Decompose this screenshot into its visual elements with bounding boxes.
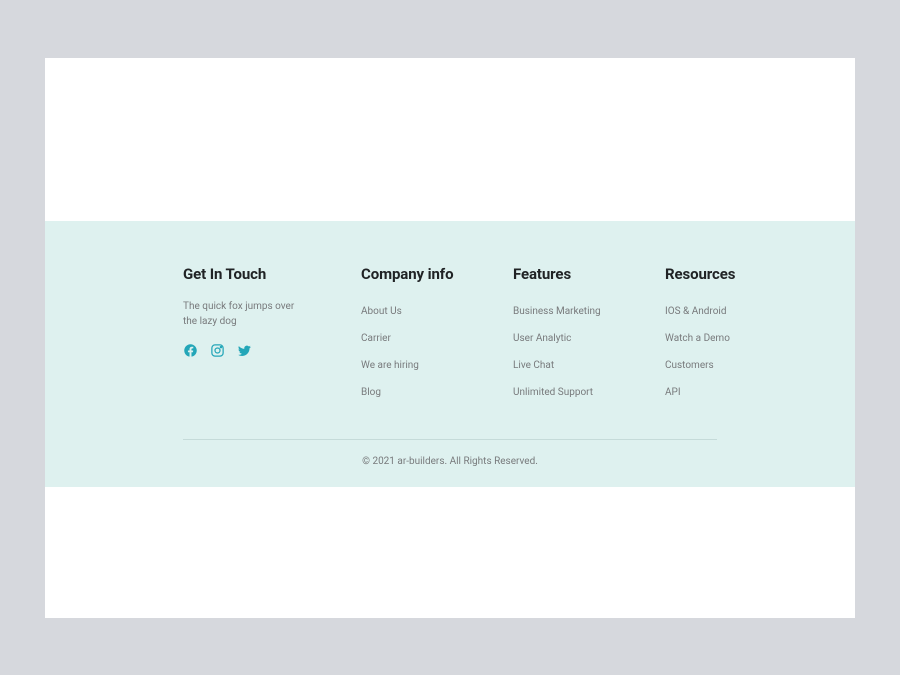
list-item: User Analytic <box>513 326 645 345</box>
footer-link[interactable]: Carrier <box>361 333 391 344</box>
twitter-icon <box>237 343 252 358</box>
list-item: We are hiring <box>361 353 493 372</box>
footer-link[interactable]: Blog <box>361 387 381 398</box>
footer-col-title: Resources <box>665 265 755 283</box>
list-item: Watch a Demo <box>665 326 755 345</box>
list-item: Live Chat <box>513 353 645 372</box>
footer-link[interactable]: Unlimited Support <box>513 387 593 398</box>
footer-links-list: IOS & Android Watch a Demo Customers API <box>665 299 755 399</box>
social-links-row <box>183 343 341 358</box>
facebook-link[interactable] <box>183 343 198 358</box>
footer-link[interactable]: Customers <box>665 360 714 371</box>
footer-col-title: Get In Touch <box>183 265 341 283</box>
footer-link[interactable]: Live Chat <box>513 360 554 371</box>
footer-col-get-in-touch: Get In Touch The quick fox jumps over th… <box>183 265 341 399</box>
footer-link[interactable]: Business Marketing <box>513 306 601 317</box>
list-item: Customers <box>665 353 755 372</box>
footer-col-description: The quick fox jumps over the lazy dog <box>183 299 305 329</box>
footer-divider <box>183 439 717 440</box>
list-item: Carrier <box>361 326 493 345</box>
footer-link[interactable]: User Analytic <box>513 333 571 344</box>
footer-link[interactable]: We are hiring <box>361 360 419 371</box>
footer-link[interactable]: Watch a Demo <box>665 333 730 344</box>
list-item: API <box>665 380 755 399</box>
list-item: Unlimited Support <box>513 380 645 399</box>
list-item: Blog <box>361 380 493 399</box>
footer: Get In Touch The quick fox jumps over th… <box>45 221 855 487</box>
footer-columns: Get In Touch The quick fox jumps over th… <box>45 265 855 399</box>
footer-link[interactable]: API <box>665 387 681 398</box>
footer-link[interactable]: About Us <box>361 306 402 317</box>
footer-col-title: Features <box>513 265 645 283</box>
footer-col-company-info: Company info About Us Carrier We are hir… <box>361 265 493 399</box>
footer-col-features: Features Business Marketing User Analyti… <box>513 265 645 399</box>
footer-links-list: About Us Carrier We are hiring Blog <box>361 299 493 399</box>
twitter-link[interactable] <box>237 343 252 358</box>
list-item: IOS & Android <box>665 299 755 318</box>
copyright-text: © 2021 ar-builders. All Rights Reserved. <box>45 456 855 467</box>
footer-col-title: Company info <box>361 265 493 283</box>
page-container: Get In Touch The quick fox jumps over th… <box>45 58 855 618</box>
footer-link[interactable]: IOS & Android <box>665 306 726 317</box>
list-item: About Us <box>361 299 493 318</box>
footer-links-list: Business Marketing User Analytic Live Ch… <box>513 299 645 399</box>
instagram-link[interactable] <box>210 343 225 358</box>
facebook-icon <box>183 343 198 358</box>
footer-col-resources: Resources IOS & Android Watch a Demo Cus… <box>665 265 755 399</box>
instagram-icon <box>210 343 225 358</box>
list-item: Business Marketing <box>513 299 645 318</box>
